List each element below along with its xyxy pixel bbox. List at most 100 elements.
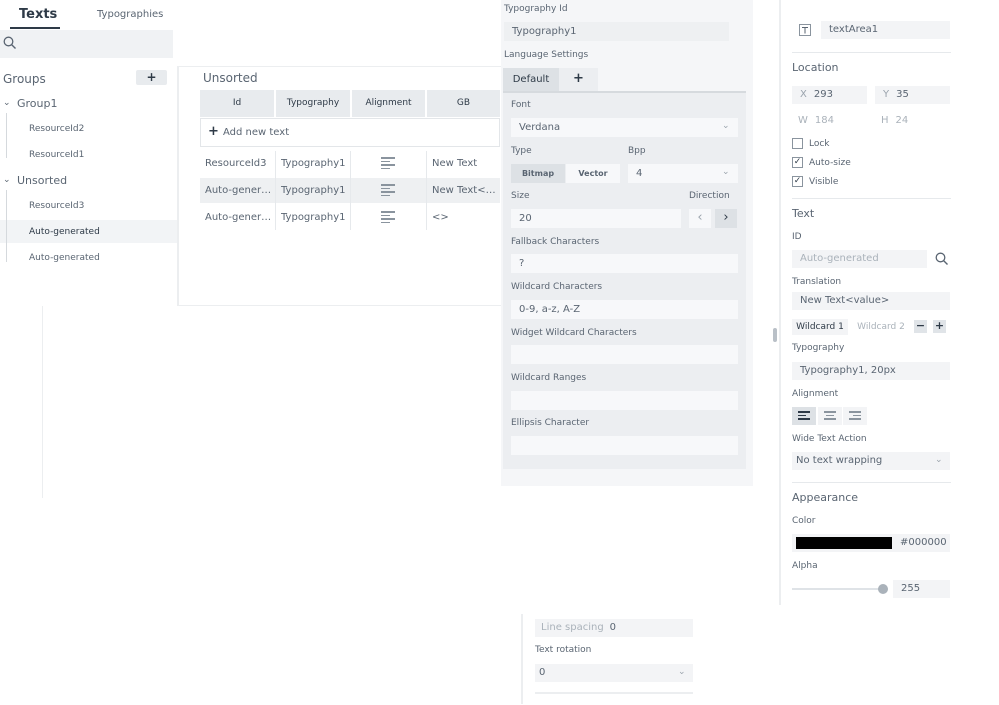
type-bitmap-button[interactable]: Bitmap [511, 164, 565, 183]
search-input[interactable] [0, 30, 173, 58]
widget-wildcard-label: Widget Wildcard Characters [511, 328, 637, 338]
tab-wildcard-1[interactable]: Wildcard 1 [792, 319, 848, 335]
add-language-button[interactable]: + [559, 68, 598, 91]
panel-divider [177, 305, 501, 306]
h-input[interactable]: H 24 [875, 112, 950, 130]
tree-item[interactable]: Auto-generated [29, 253, 100, 263]
column-header-gb[interactable]: GB [427, 90, 500, 117]
divider [792, 198, 951, 199]
widget-name-input[interactable]: textArea1 [821, 21, 950, 39]
cell-gb: New Text<va... [432, 185, 498, 196]
panel-divider [521, 614, 523, 704]
align-right-button[interactable] [843, 407, 867, 425]
align-left-icon [381, 211, 395, 225]
wildcard-label: Wildcard Characters [511, 282, 603, 292]
align-left-icon [798, 411, 810, 420]
chevron-left-icon[interactable]: ‹ [689, 209, 711, 228]
visible-checkbox[interactable]: ✓ [792, 176, 803, 187]
typography-id-input[interactable]: Typography1 [504, 22, 729, 41]
alpha-input[interactable]: 255 [893, 580, 950, 598]
align-right-icon [849, 411, 861, 420]
text-rotation-select[interactable]: 0 [535, 664, 693, 682]
wildcard-ranges-input[interactable] [511, 391, 738, 410]
cell-typography: Typography1 [281, 185, 346, 196]
wildcard-input[interactable]: 0-9, a-z, A-Z [511, 300, 738, 319]
location-heading: Location [792, 61, 839, 74]
tab-typographies[interactable]: Typographies [97, 9, 163, 20]
tree-item[interactable]: ResourceId1 [29, 150, 84, 160]
divider [792, 482, 951, 483]
w-input[interactable]: W 184 [792, 112, 867, 130]
wide-text-select[interactable]: No text wrapping [792, 452, 950, 470]
h-value: 24 [895, 115, 909, 126]
autosize-checkbox[interactable]: ✓ [792, 157, 803, 168]
tree-connector [6, 113, 7, 158]
align-center-button[interactable] [818, 407, 842, 425]
y-input[interactable]: Y 35 [875, 86, 950, 104]
chevron-down-icon[interactable]: ⌄ [3, 175, 11, 185]
tree-item[interactable]: ResourceId2 [29, 124, 84, 134]
color-hex[interactable]: #000000 [900, 537, 947, 548]
direction-label: Direction [689, 191, 730, 201]
column-divider [275, 151, 276, 230]
font-select[interactable]: Verdana [511, 118, 738, 137]
chevron-down-icon[interactable]: ⌄ [3, 98, 11, 108]
plus-icon[interactable]: + [933, 320, 946, 333]
cell-gb: New Text [432, 158, 478, 169]
add-new-text-row[interactable]: + Add new text [200, 118, 500, 147]
id-label: ID [792, 232, 802, 242]
resize-handle[interactable] [773, 328, 777, 342]
size-input[interactable]: 20 [511, 209, 681, 228]
autosize-label: Auto-size [809, 158, 851, 168]
plus-icon: + [208, 124, 219, 139]
column-header-alignment[interactable]: Alignment [352, 90, 425, 117]
align-left-button[interactable] [792, 407, 816, 425]
cell-typography: Typography1 [281, 212, 346, 223]
language-settings-label: Language Settings [504, 50, 589, 60]
cell-id: Auto-genera... [205, 185, 273, 196]
cell-typography: Typography1 [281, 158, 346, 169]
active-tab-indicator [10, 27, 60, 29]
panel-divider [177, 66, 179, 306]
tab-wildcard-2[interactable]: Wildcard 2 [853, 319, 909, 335]
line-spacing-label: Line spacing [541, 622, 604, 633]
translation-label: Translation [792, 277, 842, 287]
ellipsis-input[interactable] [511, 436, 738, 455]
tab-language-default[interactable]: Default [503, 68, 559, 91]
tree-group-unsorted[interactable]: Unsorted [17, 174, 67, 187]
minus-icon[interactable]: − [914, 320, 927, 333]
y-value: 35 [896, 89, 909, 100]
ellipsis-label: Ellipsis Character [511, 418, 590, 428]
tab-texts[interactable]: Texts [19, 7, 57, 22]
cell-id: ResourceId3 [205, 158, 267, 169]
search-icon[interactable] [3, 36, 17, 50]
search-icon[interactable] [935, 252, 949, 266]
column-header-id[interactable]: Id [200, 90, 274, 117]
type-vector-button[interactable]: Vector [566, 164, 620, 183]
alpha-label: Alpha [792, 561, 818, 571]
translation-input[interactable]: New Text<value> [792, 292, 950, 310]
typography-select[interactable]: Typography1, 20px [792, 362, 950, 380]
alpha-slider-track[interactable] [792, 588, 888, 590]
x-input[interactable]: X 293 [792, 86, 867, 104]
chevron-down-icon: ⌄ [935, 455, 943, 465]
column-header-typography[interactable]: Typography [276, 90, 350, 117]
appearance-heading: Appearance [792, 491, 859, 504]
tree-item[interactable]: ResourceId3 [29, 201, 84, 211]
font-value: Verdana [519, 122, 561, 133]
id-input[interactable]: Auto-generated [792, 250, 927, 268]
lock-checkbox[interactable] [792, 138, 803, 149]
line-spacing-input[interactable]: Line spacing 0 [535, 619, 693, 637]
font-label: Font [511, 100, 531, 110]
wide-text-value: No text wrapping [796, 455, 883, 466]
add-group-button[interactable]: + [136, 70, 167, 85]
tree-item-selected[interactable]: Auto-generated [29, 227, 100, 237]
x-value: 293 [813, 89, 833, 100]
column-divider [350, 151, 351, 230]
color-swatch[interactable] [796, 537, 892, 549]
chevron-right-icon[interactable]: › [715, 209, 737, 228]
fallback-input[interactable]: ? [511, 254, 738, 273]
tree-group-group1[interactable]: Group1 [17, 97, 58, 110]
alpha-slider-thumb[interactable] [878, 584, 888, 594]
widget-wildcard-input[interactable] [511, 345, 738, 364]
